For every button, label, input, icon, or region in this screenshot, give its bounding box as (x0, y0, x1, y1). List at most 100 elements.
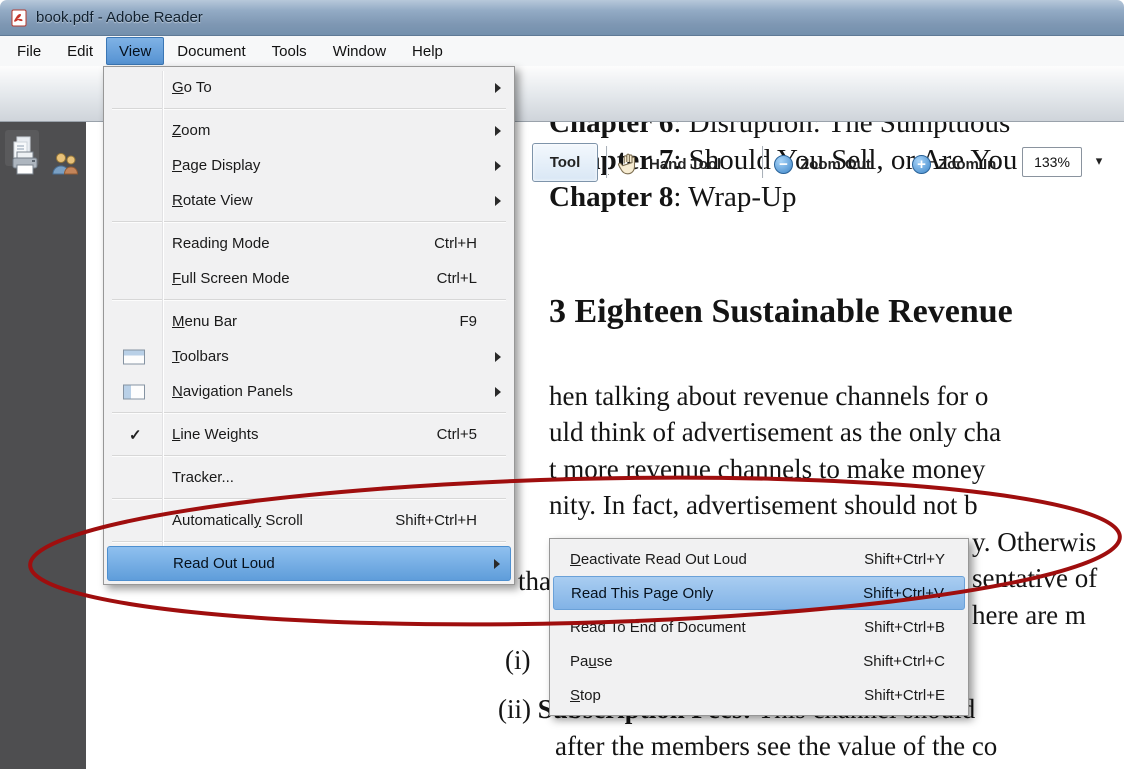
menu-item-shortcut: Shift+Ctrl+H (395, 512, 477, 529)
chevron-down-icon: ▾ (1095, 153, 1103, 168)
select-tool-button[interactable]: Tool (532, 143, 598, 182)
submenu-item-shortcut: Shift+Ctrl+Y (864, 550, 945, 568)
view-menu-popup: Go To Zoom Page Display Rotate View Read… (103, 66, 515, 585)
menu-item-go-to[interactable]: Go To (107, 70, 511, 105)
hand-tool-label: Hand Tool (649, 155, 722, 173)
menu-item-rotate-view[interactable]: Rotate View (107, 183, 511, 218)
menu-item-label: Zoom (172, 122, 211, 139)
menu-item-full-screen-mode[interactable]: Full Screen Mode Ctrl+L (107, 261, 511, 296)
menu-item-label: Read Out Loud (173, 555, 275, 572)
menu-item-label: Toolbars (172, 348, 229, 365)
doc-line-chapter6: Chapter 6: Disruption: The Sumptuous (549, 122, 1010, 140)
submenu-item-label: Read To End of Document (570, 618, 746, 636)
menu-window[interactable]: Window (320, 36, 399, 66)
hand-tool-button[interactable]: Hand Tool (616, 144, 721, 184)
doc-section-heading: 3 Eighteen Sustainable Revenue (549, 293, 1013, 330)
check-icon: ✓ (129, 426, 142, 444)
menu-file[interactable]: File (4, 36, 54, 66)
menu-separator (112, 498, 506, 500)
menu-separator (112, 221, 506, 223)
collaborate-button[interactable] (50, 144, 80, 184)
zoom-level-input[interactable]: 133% (1022, 147, 1082, 177)
zoom-in-label: Zoom In (938, 155, 997, 173)
zoom-out-label: Zoom Out (800, 155, 871, 173)
printer-icon (10, 149, 40, 179)
adobe-reader-app-icon (10, 9, 28, 27)
submenu-item-label: Deactivate Read Out Loud (570, 550, 747, 568)
doc-list-marker-i: (i) (505, 645, 531, 675)
menu-view[interactable]: View (106, 37, 165, 65)
menu-item-label: Navigation Panels (172, 383, 293, 400)
doc-body-fragment: y. Otherwis (972, 527, 1097, 557)
doc-line-chapter8: Chapter 8: Wrap-Up (549, 181, 796, 214)
doc-chapter6-text: : Disruption: The Sumptuous (673, 122, 1011, 139)
menu-document[interactable]: Document (164, 36, 258, 66)
menu-item-shortcut: F9 (459, 313, 477, 330)
menu-separator (112, 299, 506, 301)
menu-item-toolbars[interactable]: Toolbars (107, 339, 511, 374)
submenu-item-label: Pause (570, 652, 613, 670)
submenu-arrow-icon (494, 558, 500, 569)
menu-item-label: Automatically Scroll (172, 512, 303, 529)
submenu-item-shortcut: Shift+Ctrl+E (864, 686, 945, 704)
menu-item-shortcut: Ctrl+H (434, 235, 477, 252)
menu-item-shortcut: Ctrl+5 (436, 426, 477, 443)
menu-item-reading-mode[interactable]: Reading Mode Ctrl+H (107, 226, 511, 261)
submenu-item-deactivate-read-out-loud[interactable]: Deactivate Read Out Loud Shift+Ctrl+Y (553, 542, 965, 576)
hand-icon (616, 151, 642, 177)
navigation-panel (0, 122, 86, 769)
zoom-out-button[interactable]: − Zoom Out (774, 144, 871, 184)
plus-circle-icon: + (912, 154, 931, 174)
menu-item-menu-bar[interactable]: Menu Bar F9 (107, 304, 511, 339)
submenu-arrow-icon (495, 160, 501, 171)
menu-separator (112, 455, 506, 457)
menu-item-shortcut: Ctrl+L (436, 270, 477, 287)
people-icon (50, 150, 80, 178)
menu-item-label: Line Weights (172, 426, 259, 443)
submenu-item-read-this-page-only[interactable]: Read This Page Only Shift+Ctrl+V (553, 576, 965, 610)
menu-item-label: Page Display (172, 157, 261, 174)
submenu-arrow-icon (495, 125, 501, 136)
menu-item-navigation-panels[interactable]: Navigation Panels (107, 374, 511, 409)
title-bar: book.pdf - Adobe Reader (0, 0, 1124, 36)
menu-item-page-display[interactable]: Page Display (107, 148, 511, 183)
submenu-item-label: Read This Page Only (571, 584, 714, 602)
toolbar-divider (606, 146, 608, 178)
doc-body-line: t more revenue channels to make money (549, 454, 986, 484)
menu-item-label: Full Screen Mode (172, 270, 290, 287)
doc-chapter8-label: Chapter 8 (549, 181, 674, 213)
menu-item-automatically-scroll[interactable]: Automatically Scroll Shift+Ctrl+H (107, 503, 511, 538)
minus-circle-icon: − (774, 154, 793, 174)
zoom-in-button[interactable]: + Zoom In (912, 144, 996, 184)
doc-body-fragment: here are m (972, 600, 1086, 630)
read-out-loud-submenu: Deactivate Read Out Loud Shift+Ctrl+Y Re… (549, 538, 969, 716)
doc-body-fragment: sentative of (972, 563, 1098, 593)
submenu-arrow-icon (495, 82, 501, 93)
submenu-item-pause[interactable]: Pause Shift+Ctrl+C (553, 644, 965, 678)
submenu-item-shortcut: Shift+Ctrl+C (863, 652, 945, 670)
select-tool-label: Tool (549, 154, 581, 171)
menu-edit[interactable]: Edit (54, 36, 106, 66)
menu-item-read-out-loud[interactable]: Read Out Loud (107, 546, 511, 581)
doc-body-line: hen talking about revenue channels for o (549, 381, 989, 411)
menu-item-label: Go To (172, 79, 212, 96)
window-title: book.pdf - Adobe Reader (36, 9, 203, 26)
menu-item-label: Tracker... (172, 469, 234, 486)
menu-item-line-weights[interactable]: ✓ Line Weights Ctrl+5 (107, 417, 511, 452)
submenu-arrow-icon (495, 351, 501, 362)
doc-body-line: after the members see the value of the c… (555, 731, 998, 761)
doc-chapter8-text: : Wrap-Up (673, 181, 797, 213)
doc-chapter6-label: Chapter 6 (549, 122, 674, 139)
menu-item-tracker[interactable]: Tracker... (107, 460, 511, 495)
menu-tools[interactable]: Tools (259, 36, 320, 66)
menu-help[interactable]: Help (399, 36, 456, 66)
menu-item-zoom[interactable]: Zoom (107, 113, 511, 148)
zoom-level-dropdown-button[interactable]: ▾ (1088, 147, 1110, 175)
navigation-panels-icon (123, 384, 145, 399)
toolbar-divider (762, 146, 764, 178)
submenu-item-stop[interactable]: Stop Shift+Ctrl+E (553, 678, 965, 712)
menu-item-label: Rotate View (172, 192, 253, 209)
submenu-item-read-to-end-of-document[interactable]: Read To End of Document Shift+Ctrl+B (553, 610, 965, 644)
print-button[interactable] (10, 144, 40, 184)
menu-separator (112, 412, 506, 414)
